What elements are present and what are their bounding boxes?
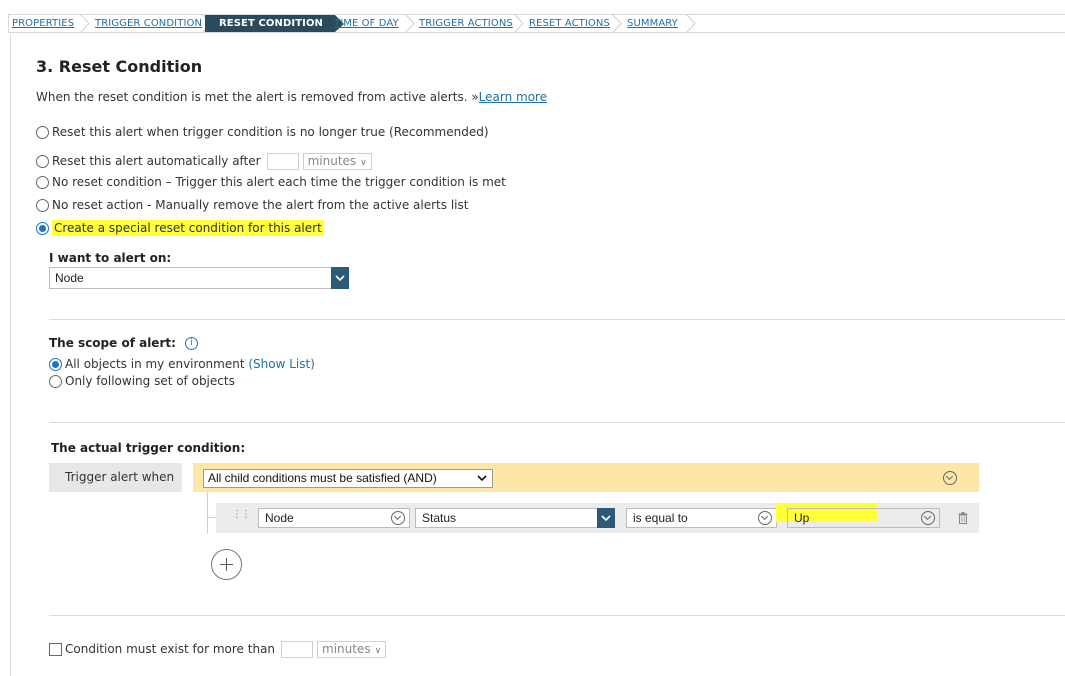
info-icon[interactable]: i (184, 337, 198, 350)
reset-option-none[interactable]: No reset condition – Trigger this alert … (36, 175, 506, 189)
chevron-down-icon (335, 275, 345, 282)
duration-checkbox[interactable] (49, 643, 62, 656)
reset-option-special[interactable]: Create a special reset condition for thi… (36, 220, 324, 236)
page-description: When the reset condition is met the aler… (36, 90, 547, 104)
add-condition-button[interactable] (211, 549, 242, 580)
condition-object-select[interactable]: Node (258, 508, 410, 528)
scope-option-following[interactable]: Only following set of objects (49, 374, 235, 388)
divider (49, 319, 1065, 320)
reset-minutes-input[interactable] (266, 153, 299, 170)
radio-button[interactable] (36, 199, 49, 212)
radio-button-selected[interactable] (36, 222, 49, 235)
drag-handle-icon[interactable]: ⋮⋮ (232, 510, 251, 520)
unit-value: minutes (322, 642, 371, 656)
radio-button[interactable] (36, 176, 49, 189)
condition-operator-select[interactable]: is equal to (626, 508, 777, 528)
chevron-down-icon (391, 511, 405, 525)
chevron-right-icon (404, 14, 415, 33)
scope-label-text: The scope of alert: (49, 336, 176, 350)
step-reset-actions[interactable]: RESET ACTIONS (529, 15, 610, 32)
radio-button[interactable] (49, 375, 62, 388)
object-value: Node (265, 511, 294, 525)
alert-on-value: Node (55, 271, 84, 285)
radio-button[interactable] (36, 155, 49, 168)
chevron-down-icon (477, 470, 487, 493)
chevron-right-icon (513, 14, 524, 33)
condition-value-select[interactable]: Up (787, 508, 940, 528)
reset-option-no-longer-true[interactable]: Reset this alert when trigger condition … (36, 125, 489, 139)
radio-button-selected[interactable] (49, 358, 62, 371)
chevron-down-icon (921, 511, 935, 525)
trigger-when-label: Trigger alert when (49, 463, 182, 492)
option-label: Only following set of objects (65, 374, 235, 388)
chevron-right-icon (685, 14, 696, 33)
operator-value: is equal to (633, 511, 688, 525)
chevron-down-icon: ∨ (360, 158, 367, 168)
reset-option-manual[interactable]: No reset action - Manually remove the al… (36, 198, 468, 212)
step-time-of-day[interactable]: TIME OF DAY (334, 15, 399, 32)
condition-field-select[interactable]: Status (415, 508, 615, 528)
group-menu-icon[interactable] (943, 471, 957, 485)
reset-option-automatic[interactable]: Reset this alert automatically after minu… (36, 153, 372, 170)
learn-more-link[interactable]: Learn more (479, 90, 547, 104)
step-summary[interactable]: SUMMARY (627, 15, 678, 32)
scope-option-all[interactable]: All objects in my environment (Show List… (49, 357, 315, 371)
reset-unit-select[interactable]: minutes ∨ (302, 153, 372, 170)
chevron-down-icon: ∨ (374, 646, 382, 656)
duration-label: Condition must exist for more than (65, 642, 276, 656)
unit-value: minutes (307, 154, 357, 168)
description-text: When the reset condition is met the aler… (36, 90, 479, 104)
duration-unit-select[interactable]: minutes ∨ (317, 641, 387, 658)
alert-on-label: I want to alert on: (49, 251, 172, 265)
dropdown-button[interactable] (331, 267, 349, 289)
step-trigger-actions[interactable]: TRIGGER ACTIONS (419, 15, 513, 32)
chevron-right-icon (611, 14, 622, 33)
page-title: 3. Reset Condition (36, 57, 203, 76)
option-label: Reset this alert when trigger condition … (52, 125, 489, 139)
tree-connector (207, 492, 208, 534)
option-label: All objects in my environment (65, 357, 245, 371)
trigger-condition-label: The actual trigger condition: (51, 441, 246, 455)
group-logic-value: All child conditions must be satisfied (… (208, 471, 437, 485)
field-value: Status (422, 511, 457, 525)
option-label: No reset action - Manually remove the al… (52, 198, 469, 212)
step-trigger-condition[interactable]: TRIGGER CONDITION (95, 15, 202, 32)
chevron-right-icon (79, 14, 90, 33)
radio-button[interactable] (36, 126, 49, 139)
alert-on-select[interactable]: Node (49, 267, 349, 289)
scope-label: The scope of alert: i (49, 336, 198, 350)
chevron-down-icon (601, 515, 611, 522)
dropdown-button[interactable] (597, 508, 615, 528)
show-list-link[interactable]: (Show List) (248, 357, 315, 371)
condition-value: Up (794, 511, 810, 525)
wizard-breadcrumb: PROPERTIES TRIGGER CONDITION RESET CONDI… (8, 14, 1065, 33)
option-label: Create a special reset condition for thi… (52, 220, 324, 236)
step-reset-condition[interactable]: RESET CONDITION (205, 15, 345, 32)
chevron-down-icon (758, 511, 772, 525)
divider (49, 422, 1065, 423)
duration-minutes-input[interactable] (281, 641, 314, 658)
trash-icon[interactable] (958, 512, 968, 524)
option-label: No reset condition – Trigger this alert … (52, 175, 506, 189)
left-border (10, 34, 11, 676)
condition-duration-option[interactable]: Condition must exist for more than minute… (49, 641, 387, 658)
divider (49, 615, 1065, 616)
step-properties[interactable]: PROPERTIES (12, 15, 74, 32)
group-logic-select[interactable]: All child conditions must be satisfied (… (203, 469, 493, 488)
option-label: Reset this alert automatically after (52, 154, 261, 168)
